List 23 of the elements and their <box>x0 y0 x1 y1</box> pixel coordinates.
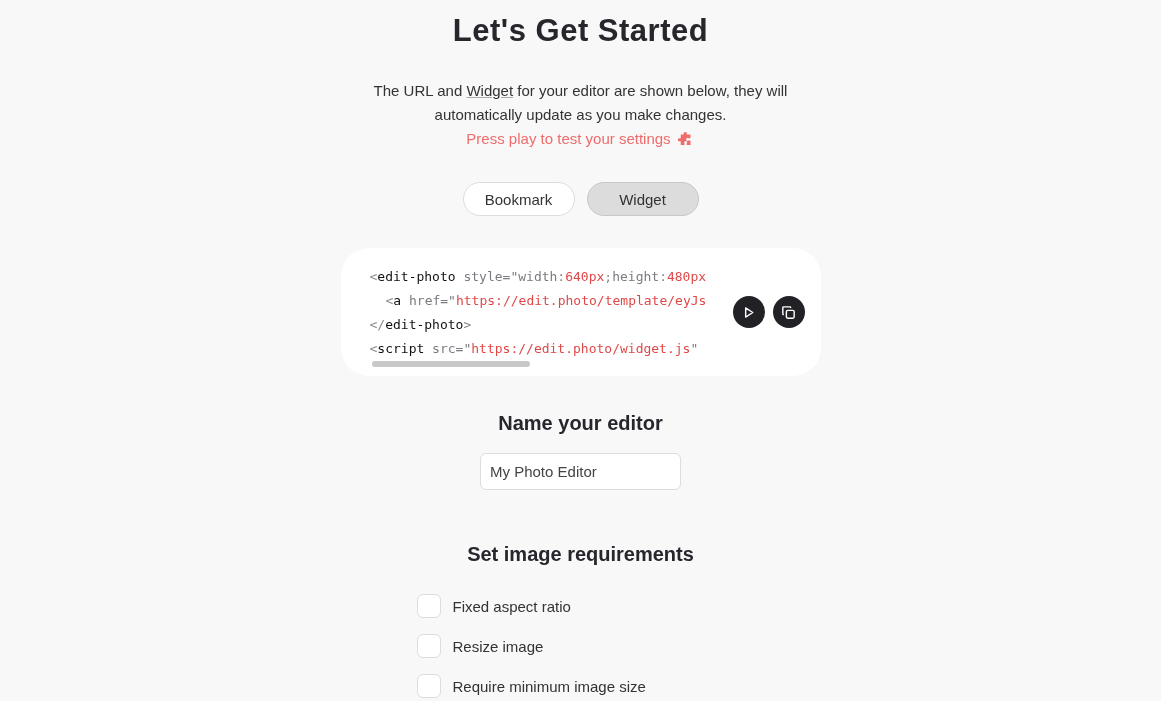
code-line: </edit-photo> <box>369 316 472 334</box>
copy-button[interactable] <box>772 296 805 328</box>
tab[interactable]: Widget <box>586 182 699 216</box>
code-line: <a href="https://edit.photo/template/eyJs <box>384 292 707 310</box>
checkbox[interactable] <box>416 634 441 658</box>
option-label: Require minimum image size <box>452 677 646 695</box>
name-field[interactable]: My Photo Editor <box>480 453 681 490</box>
section-heading: Set image requirements <box>467 543 694 566</box>
play-button[interactable] <box>732 296 765 328</box>
page-title: Let's Get Started <box>452 13 709 50</box>
checkbox[interactable] <box>416 674 441 698</box>
description-text: The URL and Widget for your editor are shown below, they will automatically update as you make changes. <box>372 81 789 125</box>
option-label: Resize image <box>452 637 544 655</box>
checkbox[interactable] <box>416 594 441 618</box>
scrollbar[interactable] <box>371 361 530 367</box>
section-heading: Name your editor <box>498 412 663 435</box>
hint-text: Press play to test your settings <box>466 129 671 149</box>
option-label: Fixed aspect ratio <box>452 597 571 615</box>
widget-link[interactable]: Widget <box>466 82 514 99</box>
tab[interactable]: Bookmark <box>462 182 575 216</box>
code-line: <script src="https://edit.photo/widget.js" <box>369 340 699 358</box>
copy-icon <box>780 303 797 321</box>
code-line: <edit-photo style="width:640px;height:480px <box>369 268 707 286</box>
